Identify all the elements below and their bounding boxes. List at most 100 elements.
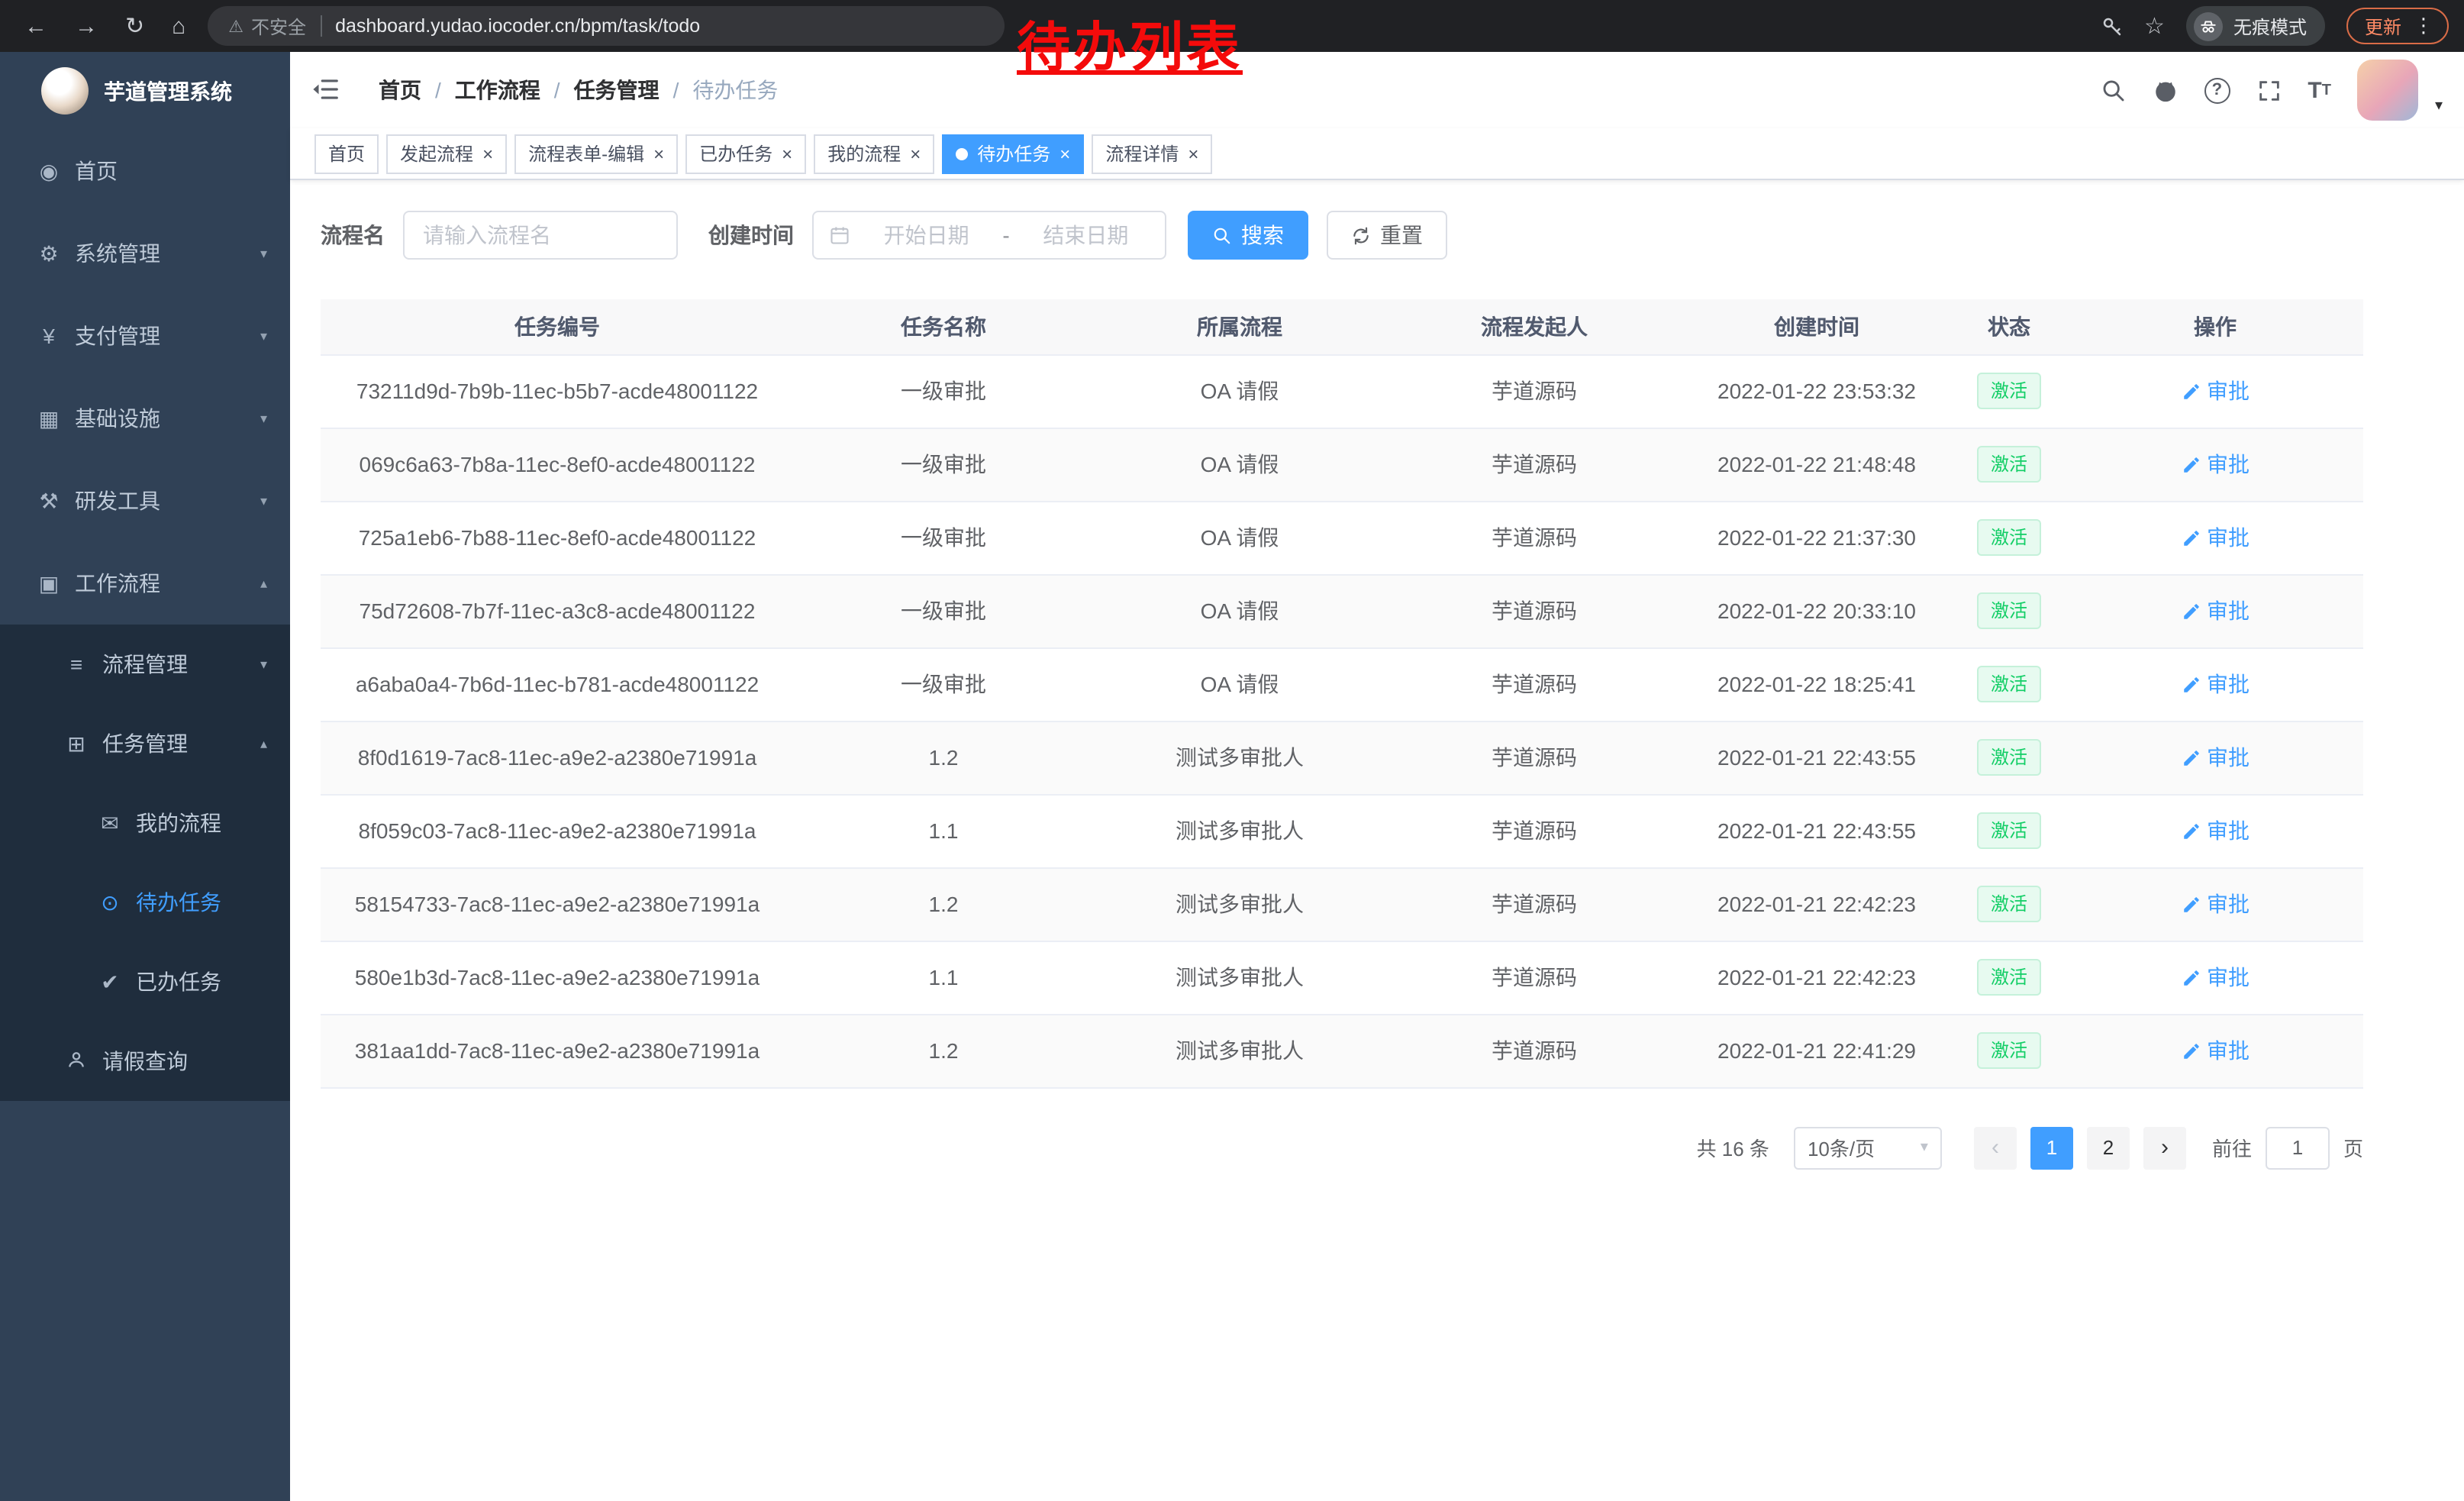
tab-my-process[interactable]: 我的流程 × (814, 134, 934, 173)
page-button-2[interactable]: 2 (2087, 1126, 2130, 1169)
breadcrumb-task-management[interactable]: 任务管理 (574, 75, 660, 105)
goto-page-input[interactable] (2266, 1126, 2330, 1169)
sidebar-item-process-management[interactable]: ≡ 流程管理 ▾ (0, 625, 290, 704)
bookmark-star-icon[interactable]: ☆ (2144, 12, 2165, 40)
sidebar-collapse-icon[interactable] (311, 75, 340, 111)
approve-link[interactable]: 审批 (2181, 742, 2250, 773)
sidebar-item-infrastructure[interactable]: ▦ 基础设施 ▾ (0, 377, 290, 460)
edit-icon (2181, 821, 2201, 841)
screen: ← → ↻ ⌂ ⚠ 不安全 dashboard.yudao.iocoder.cn… (0, 0, 2464, 1501)
status-cell: 激活 (1951, 647, 2067, 721)
table-row: 580e1b3d-7ac8-11ec-a9e2-a2380e71991a 1.1… (321, 941, 2363, 1014)
avatar-caret-down-icon[interactable]: ▾ (2435, 97, 2443, 114)
close-icon[interactable]: × (1059, 144, 1070, 163)
search-icon[interactable] (2100, 77, 2126, 103)
approve-link[interactable]: 审批 (2181, 669, 2250, 699)
sidebar-item-dev-tools[interactable]: ⚒ 研发工具 ▾ (0, 460, 290, 542)
close-icon[interactable]: × (653, 144, 664, 163)
sidebar-item-system[interactable]: ⚙ 系统管理 ▾ (0, 212, 290, 295)
next-page-button[interactable]: › (2143, 1126, 2186, 1169)
github-icon[interactable] (2152, 77, 2178, 103)
sidebar-item-label: 流程管理 (102, 649, 188, 679)
tab-todo-tasks[interactable]: 待办任务 × (942, 134, 1084, 173)
sidebar-item-task-management[interactable]: ⊞ 任务管理 ▴ (0, 704, 290, 783)
tab-process-detail[interactable]: 流程详情 × (1092, 134, 1212, 173)
update-button[interactable]: 更新 ⋮ (2346, 8, 2449, 44)
breadcrumb-workflow[interactable]: 工作流程 (455, 75, 540, 105)
close-icon[interactable]: × (910, 144, 921, 163)
browser-nav-buttons: ← → ↻ ⌂ (15, 15, 185, 37)
password-key-icon[interactable] (2100, 15, 2123, 37)
sidebar-item-payment[interactable]: ¥ 支付管理 ▾ (0, 295, 290, 377)
date-range-picker[interactable]: 开始日期 - 结束日期 (812, 211, 1166, 260)
process-name-input[interactable] (403, 211, 678, 260)
tab-process-form-edit[interactable]: 流程表单-编辑 × (514, 134, 678, 173)
sidebar-item-workflow[interactable]: ▣ 工作流程 ▴ (0, 542, 290, 625)
refresh-icon (1351, 225, 1371, 245)
search-button[interactable]: 搜索 (1188, 211, 1308, 260)
approve-link[interactable]: 审批 (2181, 815, 2250, 846)
starter-cell: 芋道源码 (1386, 647, 1682, 721)
approve-link[interactable]: 审批 (2181, 1035, 2250, 1066)
action-cell: 审批 (2067, 574, 2363, 647)
close-icon[interactable]: × (482, 144, 493, 163)
prev-page-button[interactable]: ‹ (1974, 1126, 2017, 1169)
user-avatar[interactable] (2357, 60, 2418, 121)
app-logo-row: 芋道管理系统 (0, 52, 290, 130)
status-cell: 激活 (1951, 501, 2067, 574)
close-icon[interactable]: × (1188, 144, 1198, 163)
approve-link[interactable]: 审批 (2181, 596, 2250, 626)
fullscreen-icon[interactable] (2256, 77, 2282, 103)
approve-link[interactable]: 审批 (2181, 962, 2250, 993)
forward-button[interactable]: → (75, 15, 98, 37)
task-name-cell: 1.1 (794, 794, 1093, 867)
created-cell: 2022-01-22 21:48:48 (1682, 428, 1951, 501)
sidebar-item-home[interactable]: ◉ 首页 (0, 130, 290, 212)
col-task-name: 任务名称 (794, 299, 1093, 354)
edit-icon (2181, 967, 2201, 987)
breadcrumb-home[interactable]: 首页 (379, 75, 421, 105)
edit-icon (2181, 674, 2201, 694)
approve-link[interactable]: 审批 (2181, 376, 2250, 406)
table-row: 725a1eb6-7b88-11ec-8ef0-acde48001122 一级审… (321, 501, 2363, 574)
message-icon: ✉ (95, 810, 125, 836)
tab-home[interactable]: 首页 (314, 134, 379, 173)
sidebar-item-todo-tasks[interactable]: ⊙ 待办任务 (0, 863, 290, 942)
page-size-select[interactable]: 10条/页 ▾ (1794, 1126, 1942, 1169)
sidebar-item-label: 我的流程 (136, 808, 221, 838)
tab-start-process[interactable]: 发起流程 × (386, 134, 507, 173)
starter-cell: 芋道源码 (1386, 941, 1682, 1014)
browser-home-button[interactable]: ⌂ (172, 15, 185, 37)
approve-link[interactable]: 审批 (2181, 449, 2250, 479)
table-row: 069c6a63-7b8a-11ec-8ef0-acde48001122 一级审… (321, 428, 2363, 501)
created-cell: 2022-01-21 22:41:29 (1682, 1014, 1951, 1087)
address-bar[interactable]: ⚠ 不安全 dashboard.yudao.iocoder.cn/bpm/tas… (207, 6, 1004, 46)
briefcase-icon: ▣ (34, 570, 64, 596)
reload-button[interactable]: ↻ (125, 15, 144, 37)
page-unit-label: 页 (2343, 1133, 2363, 1162)
back-button[interactable]: ← (24, 15, 47, 37)
sidebar-item-leave-query[interactable]: 请假查询 (0, 1022, 290, 1101)
security-label: 不安全 (251, 13, 306, 39)
font-size-icon[interactable]: TT (2308, 77, 2331, 103)
approve-link[interactable]: 审批 (2181, 889, 2250, 919)
approve-link[interactable]: 审批 (2181, 522, 2250, 553)
tab-label: 待办任务 (977, 140, 1050, 166)
sidebar-item-my-process[interactable]: ✉ 我的流程 (0, 783, 290, 863)
table-row: a6aba0a4-7b6d-11ec-b781-acde48001122 一级审… (321, 647, 2363, 721)
reset-button[interactable]: 重置 (1327, 211, 1447, 260)
task-id-cell: 725a1eb6-7b88-11ec-8ef0-acde48001122 (321, 501, 794, 574)
sidebar-item-done-tasks[interactable]: ✔ 已办任务 (0, 942, 290, 1022)
sidebar-item-label: 支付管理 (75, 321, 160, 351)
help-icon[interactable]: ? (2204, 77, 2230, 103)
action-cell: 审批 (2067, 721, 2363, 794)
table-row: 8f059c03-7ac8-11ec-a9e2-a2380e71991a 1.1… (321, 794, 2363, 867)
tab-done-tasks[interactable]: 已办任务 × (685, 134, 806, 173)
browser-menu-icon[interactable]: ⋮ (2414, 14, 2433, 38)
start-date-placeholder: 开始日期 (863, 220, 990, 250)
close-icon[interactable]: × (782, 144, 792, 163)
chevron-down-icon: ▾ (260, 656, 267, 673)
edit-icon (2181, 894, 2201, 914)
process-cell: 测试多审批人 (1093, 794, 1386, 867)
page-button-1[interactable]: 1 (2030, 1126, 2073, 1169)
